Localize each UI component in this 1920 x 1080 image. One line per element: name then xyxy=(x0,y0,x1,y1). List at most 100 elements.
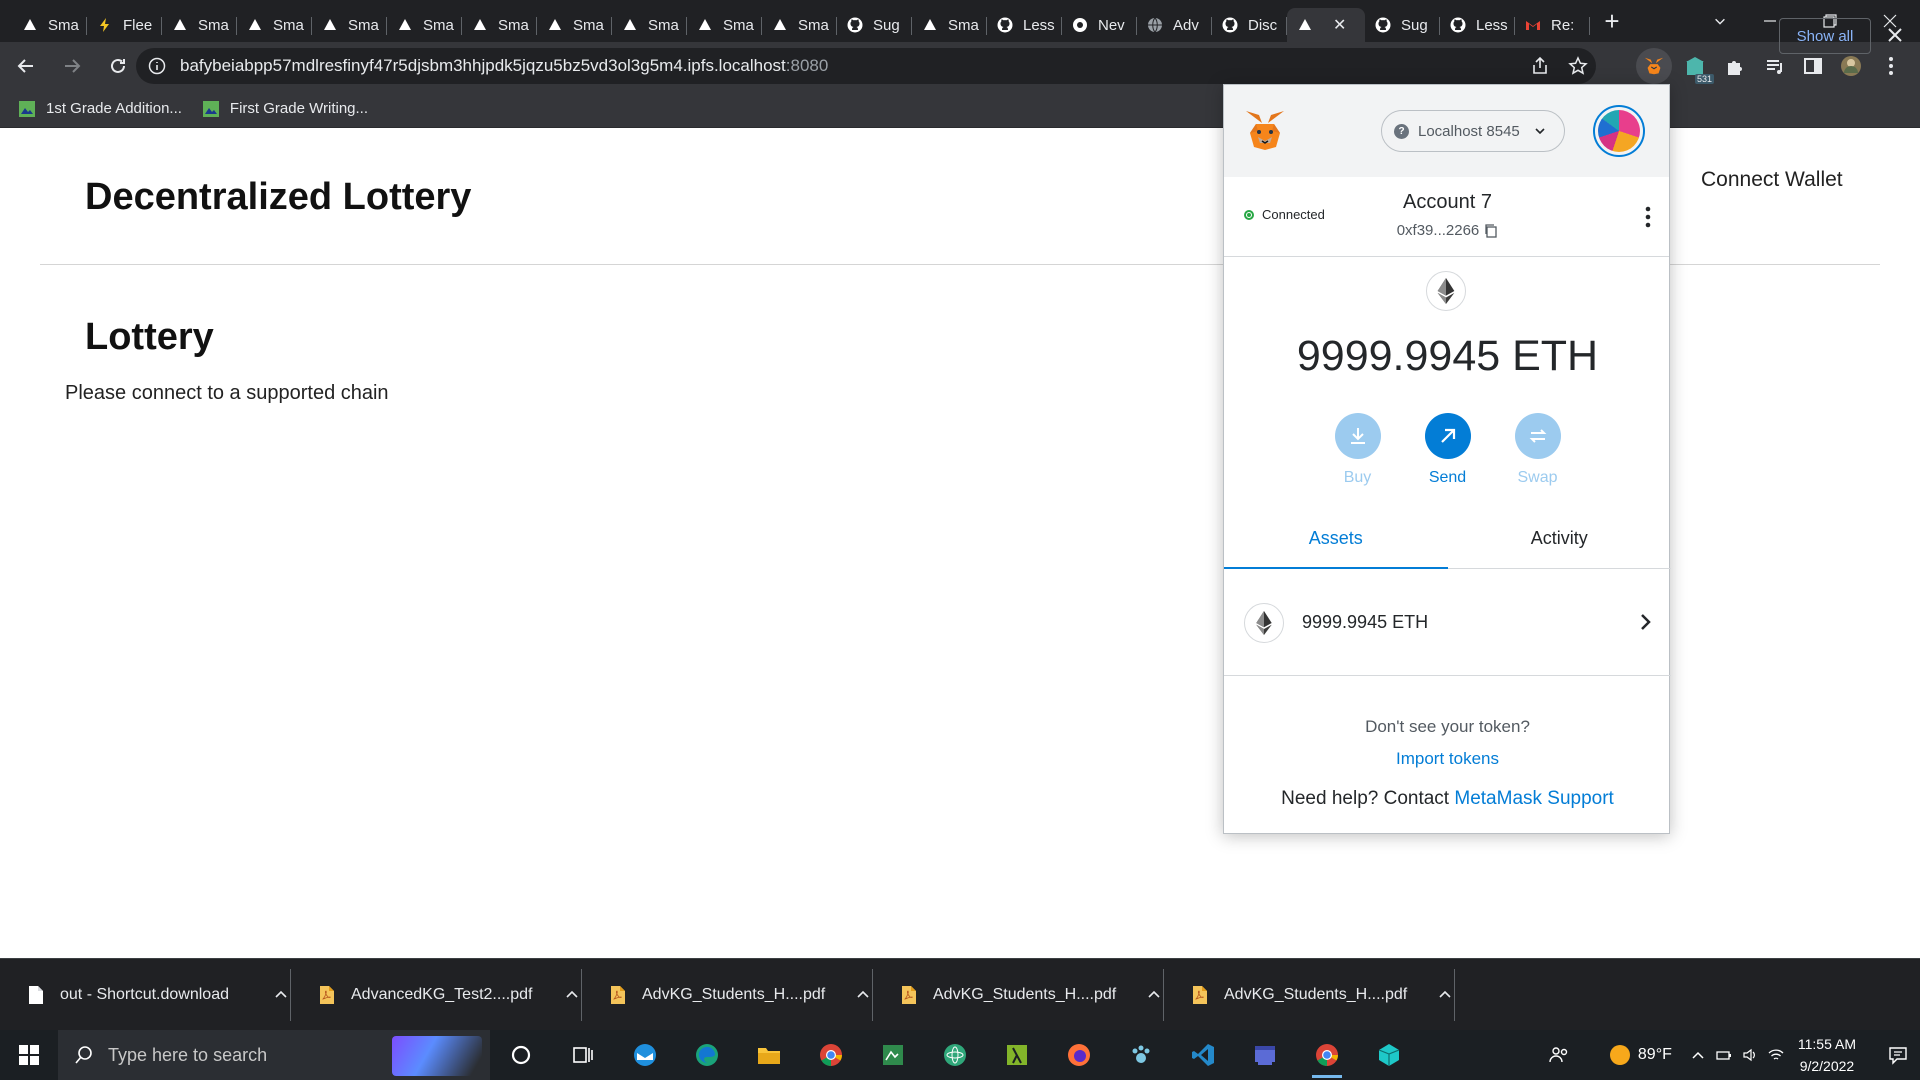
metamask-logo-icon[interactable] xyxy=(1242,107,1288,153)
browser-tab[interactable]: Sma xyxy=(612,8,687,42)
asset-row-eth[interactable]: 9999.9945 ETH xyxy=(1224,570,1671,676)
notification-center-button[interactable] xyxy=(1876,1030,1920,1080)
browser-tab[interactable]: Re: xyxy=(1515,8,1590,42)
taskbar-search[interactable]: Type here to search xyxy=(58,1030,490,1080)
browser-tab[interactable]: Sma xyxy=(912,8,987,42)
close-download-bar-icon[interactable] xyxy=(1886,26,1904,44)
chevron-up-icon[interactable] xyxy=(856,988,870,1002)
browser-tab[interactable]: Sug xyxy=(837,8,912,42)
account-avatar[interactable] xyxy=(1593,105,1645,157)
download-item[interactable]: out - Shortcut.download xyxy=(0,959,291,1031)
buy-button[interactable]: Buy xyxy=(1334,413,1381,487)
browser-tab[interactable]: Sma xyxy=(687,8,762,42)
volume-icon[interactable] xyxy=(1742,1047,1758,1063)
chevron-up-icon[interactable] xyxy=(565,988,579,1002)
wifi-icon[interactable] xyxy=(1768,1047,1784,1063)
show-all-downloads-button[interactable]: Show all xyxy=(1779,18,1871,54)
triangle-icon xyxy=(172,17,188,33)
vscode-taskbar-button[interactable] xyxy=(1172,1030,1234,1080)
browser-tab[interactable]: Sma xyxy=(537,8,612,42)
missing-token-text: Don't see your token? xyxy=(1365,717,1530,736)
tab-activity[interactable]: Activity xyxy=(1448,509,1672,568)
window-app-taskbar-button[interactable] xyxy=(1234,1030,1296,1080)
cortana-taskbar-button[interactable] xyxy=(490,1030,552,1080)
reload-button[interactable] xyxy=(98,46,138,86)
browser-tab[interactable]: Sma xyxy=(237,8,312,42)
tab-assets[interactable]: Assets xyxy=(1224,509,1448,569)
metamask-support-link[interactable]: MetaMask Support xyxy=(1454,788,1613,809)
download-item[interactable]: AdvKG_Students_H....pdf xyxy=(1164,959,1455,1031)
info-icon[interactable] xyxy=(148,57,166,75)
swap-button[interactable]: Swap xyxy=(1514,413,1561,487)
account-name[interactable]: Account 7 xyxy=(1224,191,1671,214)
battery-icon[interactable] xyxy=(1716,1047,1732,1063)
taskbar-clock[interactable]: 11:55 AM 9/2/2022 xyxy=(1798,1033,1856,1077)
browser-tab[interactable]: Disc xyxy=(1212,8,1287,42)
chrome-active-taskbar-button[interactable] xyxy=(1296,1030,1358,1080)
browser-tab[interactable]: Sma xyxy=(462,8,537,42)
account-address[interactable]: 0xf39...2266 xyxy=(1224,222,1671,239)
new-tab-button[interactable]: + xyxy=(1592,4,1632,38)
atom-taskbar-button[interactable] xyxy=(924,1030,986,1080)
chevron-up-icon[interactable] xyxy=(274,988,288,1002)
bookmark-item[interactable]: First Grade Writing... xyxy=(202,100,368,118)
extensions-button[interactable] xyxy=(1720,42,1750,90)
browser-tab[interactable]: Less xyxy=(1440,8,1515,42)
metamask-extension-button[interactable] xyxy=(1636,48,1672,84)
triangle-icon xyxy=(22,17,38,33)
weather-widget[interactable]: 89°F xyxy=(1609,1045,1672,1065)
paw-taskbar-button[interactable] xyxy=(1110,1030,1172,1080)
share-icon[interactable] xyxy=(1530,56,1550,76)
bookmark-item[interactable]: 1st Grade Addition... xyxy=(18,100,182,118)
search-highlight-image xyxy=(392,1036,482,1076)
thunderbird-taskbar-button[interactable] xyxy=(614,1030,676,1080)
tab-title: Less xyxy=(1476,16,1508,34)
bookmark-image-icon xyxy=(18,100,36,118)
network-selector[interactable]: ? Localhost 8545 xyxy=(1381,110,1565,152)
browser-tab[interactable]: Sma xyxy=(762,8,837,42)
lambda-taskbar-button[interactable] xyxy=(986,1030,1048,1080)
edge-taskbar-button[interactable] xyxy=(676,1030,738,1080)
extension-badge-button[interactable]: 531 xyxy=(1680,42,1714,90)
download-item[interactable]: AdvancedKG_Test2....pdf xyxy=(291,959,582,1031)
connect-wallet-button[interactable]: Connect Wallet xyxy=(1701,168,1843,192)
account-options-icon[interactable] xyxy=(1645,205,1651,229)
import-tokens-link[interactable]: Import tokens xyxy=(1224,749,1671,769)
browser-tab[interactable]: Sma xyxy=(312,8,387,42)
send-button[interactable]: Send xyxy=(1424,413,1471,487)
browser-tab[interactable]: Sma xyxy=(162,8,237,42)
chrome-menu-button[interactable] xyxy=(1876,42,1906,90)
chevron-up-icon[interactable] xyxy=(1438,988,1452,1002)
star-icon[interactable] xyxy=(1568,56,1588,76)
chevron-up-icon[interactable] xyxy=(1690,1047,1706,1063)
firefox-taskbar-button[interactable] xyxy=(1048,1030,1110,1080)
tab-title: Sug xyxy=(873,16,900,34)
tab-title: Sma xyxy=(348,16,379,34)
download-item[interactable]: AdvKG_Students_H....pdf xyxy=(582,959,873,1031)
tab-search-button[interactable] xyxy=(1700,0,1740,42)
browser-tab[interactable]: Flee xyxy=(87,8,162,42)
browser-tab[interactable]: Sma xyxy=(12,8,87,42)
back-button[interactable] xyxy=(6,46,46,86)
task-view-taskbar-button[interactable] xyxy=(552,1030,614,1080)
browser-tab[interactable]: ✕ xyxy=(1287,8,1365,42)
browser-tab[interactable]: Adv xyxy=(1137,8,1212,42)
close-tab-icon[interactable]: ✕ xyxy=(1333,15,1346,35)
forward-button[interactable] xyxy=(52,46,92,86)
url-text: bafybeiabpp57mdlresfinyf47r5djsbm3hhjpdk… xyxy=(180,56,829,75)
copy-icon[interactable] xyxy=(1484,223,1498,238)
browser-tab[interactable]: Sug xyxy=(1365,8,1440,42)
cube-taskbar-button[interactable] xyxy=(1358,1030,1420,1080)
bookmark-image-icon xyxy=(202,100,220,118)
browser-tab[interactable]: Nev xyxy=(1062,8,1137,42)
chrome-taskbar-button[interactable] xyxy=(800,1030,862,1080)
download-item[interactable]: AdvKG_Students_H....pdf xyxy=(873,959,1164,1031)
start-button[interactable] xyxy=(0,1030,58,1080)
file-explorer-taskbar-button[interactable] xyxy=(738,1030,800,1080)
people-icon[interactable] xyxy=(1548,1044,1570,1066)
browser-tab[interactable]: Sma xyxy=(387,8,462,42)
chevron-up-icon[interactable] xyxy=(1147,988,1161,1002)
browser-tab[interactable]: Less xyxy=(987,8,1062,42)
address-bar[interactable]: bafybeiabpp57mdlresfinyf47r5djsbm3hhjpdk… xyxy=(136,48,1596,84)
spreadsheet-taskbar-button[interactable] xyxy=(862,1030,924,1080)
